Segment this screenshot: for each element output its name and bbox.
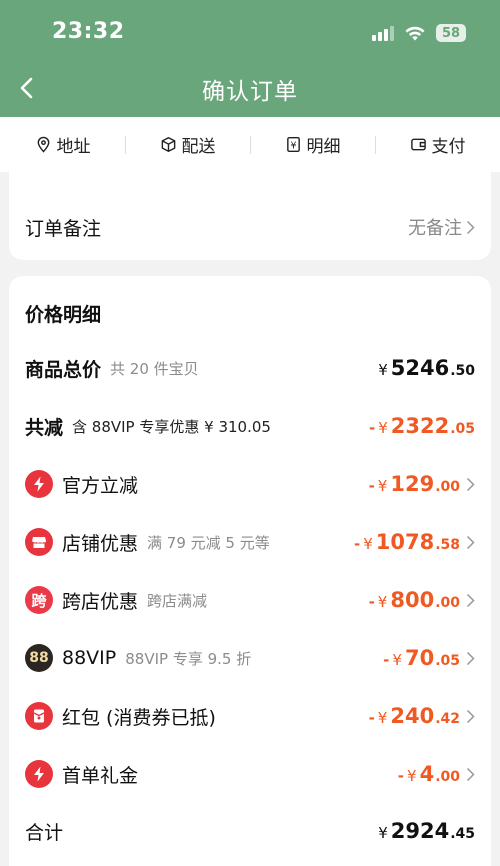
discount-sub: 跨店满减 bbox=[147, 591, 208, 610]
step-delivery[interactable]: 配送 bbox=[125, 132, 250, 157]
header-bar: 23:32 58 确认订单 bbox=[0, 0, 500, 117]
chevron-right-icon bbox=[466, 767, 475, 781]
shop-icon bbox=[25, 528, 53, 556]
discount-row-official[interactable]: 官方立减 - ¥129.00 bbox=[9, 464, 491, 504]
grand-total-amount: ¥2924.45 bbox=[378, 819, 475, 843]
discount-amount: - ¥800.00 bbox=[368, 588, 460, 612]
items-total-row: 商品总价 共 20 件宝贝 ¥5246.50 bbox=[9, 348, 491, 388]
battery-indicator: 58 bbox=[436, 24, 466, 42]
discount-amount: - ¥4.00 bbox=[397, 762, 460, 786]
cross-store-icon: 跨 bbox=[25, 586, 53, 614]
discount-amount: - ¥129.00 bbox=[368, 472, 460, 496]
discount-row-cross-store[interactable]: 跨 跨店优惠 跨店满减 - ¥800.00 bbox=[9, 580, 491, 620]
step-payment[interactable]: 支付 bbox=[375, 132, 500, 157]
order-step-nav: 地址 配送 ¥ 明细 支付 bbox=[0, 117, 500, 172]
discount-label: 首单礼金 bbox=[62, 764, 139, 787]
total-reduction-amount: - ¥2322.05 bbox=[368, 414, 475, 438]
discount-row-first-order[interactable]: 首单礼金 - ¥4.00 bbox=[9, 754, 491, 794]
chevron-right-icon bbox=[466, 709, 475, 723]
discount-row-red-packet[interactable]: 红包 (消费券已抵) - ¥240.42 bbox=[9, 696, 491, 736]
vip-88-icon: 88 bbox=[25, 644, 53, 672]
red-packet-icon bbox=[25, 702, 53, 730]
discount-label: 店铺优惠 bbox=[62, 532, 139, 555]
total-reduction-label: 共减 bbox=[25, 416, 64, 439]
price-detail-card: 价格明细 商品总价 共 20 件宝贝 ¥5246.50 共减 含 88VIP 专… bbox=[9, 276, 491, 866]
location-pin-icon bbox=[37, 136, 49, 153]
order-note-value: 无备注 bbox=[408, 218, 462, 239]
package-icon bbox=[161, 136, 175, 153]
step-detail-label: 明细 bbox=[306, 137, 341, 157]
items-total-amount: ¥5246.50 bbox=[378, 356, 475, 380]
total-reduction-row: 共减 含 88VIP 专享优惠 ¥ 310.05 - ¥2322.05 bbox=[9, 406, 491, 446]
step-delivery-label: 配送 bbox=[181, 137, 216, 157]
discount-label: 跨店优惠 bbox=[62, 590, 139, 613]
order-note-value-wrap[interactable]: 无备注 bbox=[408, 214, 475, 240]
discount-amount: - ¥1078.58 bbox=[353, 530, 460, 554]
status-indicators: 58 bbox=[372, 23, 466, 43]
chevron-right-icon bbox=[466, 477, 475, 491]
step-detail[interactable]: ¥ 明细 bbox=[250, 132, 375, 157]
total-reduction-note: 含 88VIP 专享优惠 ¥ 310.05 bbox=[72, 417, 271, 436]
lightning-icon bbox=[25, 470, 53, 498]
receipt-icon: ¥ bbox=[286, 136, 300, 153]
cellular-signal-icon bbox=[372, 25, 394, 41]
lightning-icon bbox=[25, 760, 53, 788]
discount-row-88vip[interactable]: 88 88VIP 88VIP 专享 9.5 折 - ¥70.05 bbox=[9, 638, 491, 678]
chevron-right-icon bbox=[466, 220, 475, 234]
grand-total-row: 合计 ¥2924.45 bbox=[9, 811, 491, 851]
discount-label: 红包 (消费券已抵) bbox=[62, 706, 216, 729]
grand-total-label: 合计 bbox=[25, 821, 64, 844]
discount-label: 88VIP bbox=[62, 647, 117, 669]
wallet-icon bbox=[410, 138, 426, 151]
discount-sub: 88VIP 专享 9.5 折 bbox=[125, 649, 252, 668]
wifi-icon bbox=[405, 26, 425, 40]
step-payment-label: 支付 bbox=[431, 137, 466, 157]
step-address-label: 地址 bbox=[56, 137, 91, 157]
chevron-right-icon bbox=[466, 535, 475, 549]
svg-text:¥: ¥ bbox=[290, 140, 296, 151]
discount-row-shop[interactable]: 店铺优惠 满 79 元减 5 元等 - ¥1078.58 bbox=[9, 522, 491, 562]
page-title: 确认订单 bbox=[202, 79, 298, 105]
chevron-right-icon bbox=[466, 593, 475, 607]
price-detail-title: 价格明细 bbox=[25, 304, 102, 326]
discount-amount: - ¥70.05 bbox=[383, 646, 460, 670]
order-note-card[interactable]: 订单备注 无备注 bbox=[9, 168, 491, 260]
items-total-count: 共 20 件宝贝 bbox=[110, 359, 199, 378]
chevron-right-icon bbox=[466, 651, 475, 665]
discount-sub: 满 79 元减 5 元等 bbox=[147, 533, 270, 552]
order-note-label: 订单备注 bbox=[25, 218, 102, 240]
discount-amount: - ¥240.42 bbox=[368, 704, 460, 728]
status-time: 23:32 bbox=[52, 19, 125, 44]
discount-label: 官方立减 bbox=[62, 474, 139, 497]
step-address[interactable]: 地址 bbox=[0, 132, 125, 157]
items-total-label: 商品总价 bbox=[25, 358, 102, 381]
